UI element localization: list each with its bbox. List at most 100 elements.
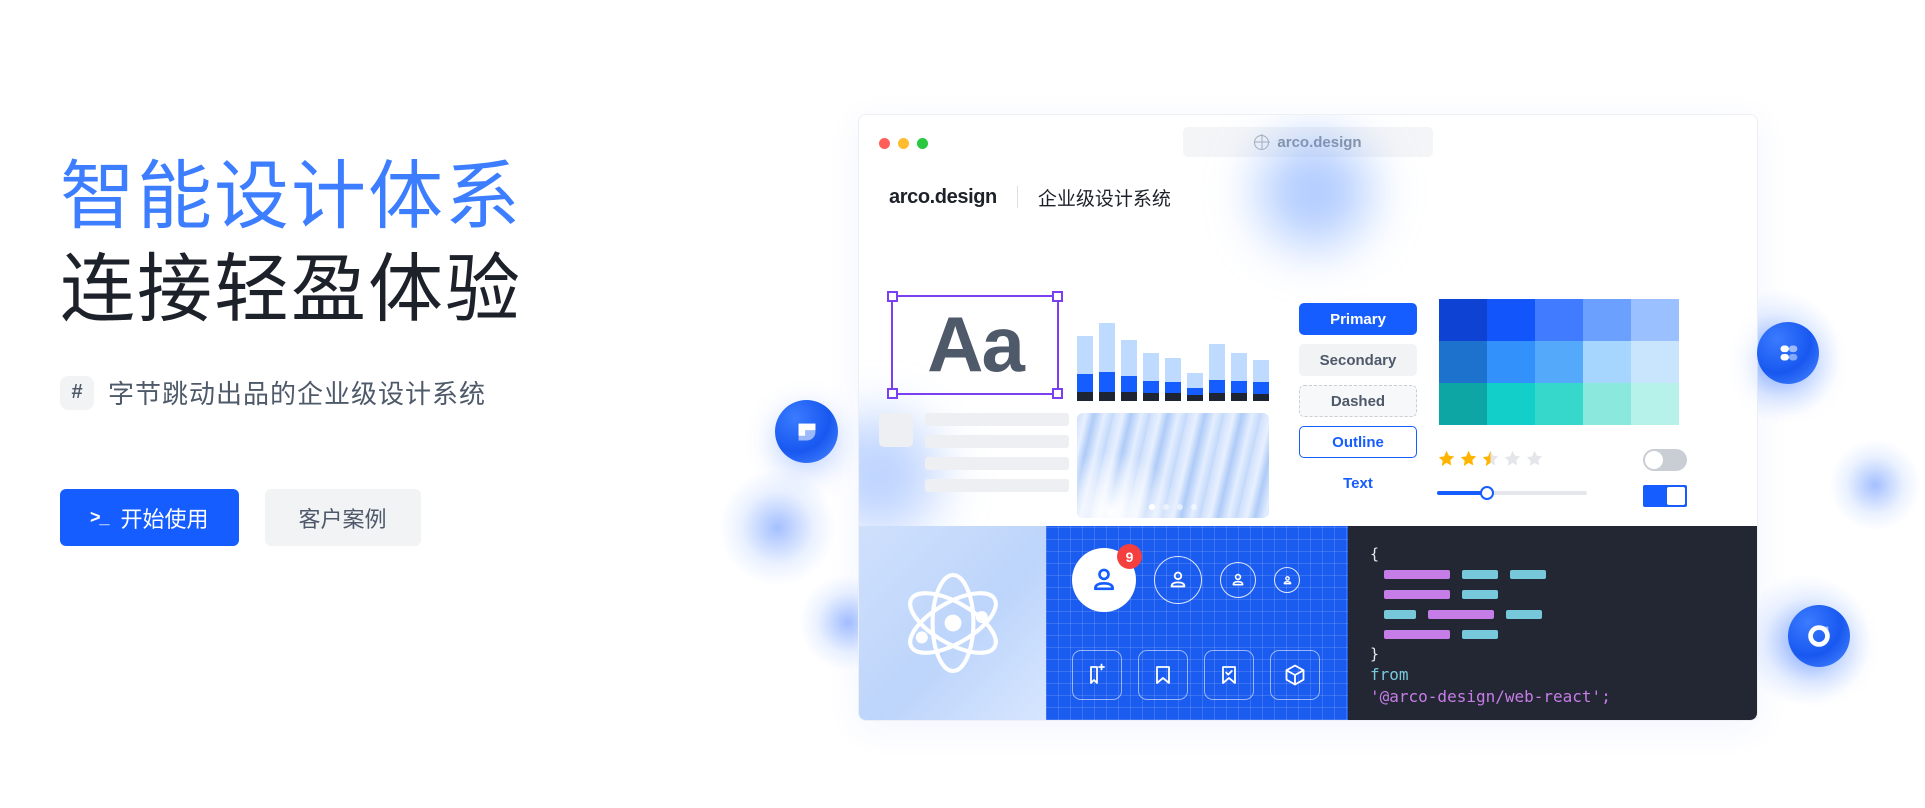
arco-logo[interactable]: arco.design — [889, 186, 997, 209]
browser-mockup: arco.design arco.design 企业级设计系统 Aa Prima… — [858, 114, 1758, 721]
toggle-switch-off[interactable] — [1643, 449, 1687, 471]
code-token — [1506, 609, 1542, 619]
star-icon[interactable] — [1437, 449, 1456, 468]
image-carousel[interactable] — [1077, 413, 1269, 518]
palette-swatch[interactable] — [1631, 341, 1679, 383]
code-token — [1462, 569, 1498, 579]
avatars-panel: 9 — [1046, 526, 1348, 720]
get-started-button[interactable]: >_ 开始使用 — [60, 489, 239, 546]
button-secondary[interactable]: Secondary — [1299, 344, 1417, 376]
button-text[interactable]: Text — [1299, 467, 1417, 499]
palette-swatch[interactable] — [1535, 299, 1583, 341]
bar-segment-mid — [1253, 382, 1269, 394]
bookmark-icon[interactable] — [1138, 650, 1188, 700]
bar-segment-dark — [1187, 394, 1203, 401]
customer-cases-button[interactable]: 客户案例 — [264, 489, 421, 546]
bar-column — [1099, 322, 1115, 401]
rating-stars[interactable] — [1437, 449, 1587, 468]
hero-cta-row: >_ 开始使用 客户案例 — [60, 489, 680, 546]
palette-swatch[interactable] — [1487, 383, 1535, 425]
bar-segment-mid — [1187, 387, 1203, 395]
code-token — [1384, 569, 1450, 579]
atom-panel — [859, 526, 1046, 720]
palette-swatch[interactable] — [1487, 299, 1535, 341]
button-dashed[interactable]: Dashed — [1299, 385, 1417, 417]
typography-card[interactable]: Aa — [887, 291, 1063, 399]
bar-segment-dark — [1165, 392, 1181, 401]
avatar[interactable] — [1220, 562, 1256, 598]
bar-column — [1077, 336, 1093, 401]
resize-handle-top-left[interactable] — [887, 291, 898, 302]
carousel-dot[interactable] — [1163, 504, 1169, 510]
bar-segment-mid — [1143, 381, 1159, 393]
star-icon[interactable] — [1503, 449, 1522, 468]
carousel-indicators[interactable] — [1149, 504, 1197, 510]
cube-icon[interactable] — [1270, 650, 1320, 700]
palette-swatch[interactable] — [1583, 341, 1631, 383]
toggle-switch-on[interactable] — [1643, 485, 1687, 507]
star-icon[interactable] — [1481, 449, 1500, 468]
globe-icon — [1254, 134, 1270, 150]
button-primary[interactable]: Primary — [1299, 303, 1417, 335]
minimize-window-icon[interactable] — [898, 137, 909, 149]
bar-segment-mid — [1077, 374, 1093, 392]
avatar[interactable] — [1274, 567, 1300, 593]
code-token — [1384, 629, 1450, 639]
resize-handle-bottom-left[interactable] — [887, 388, 898, 399]
bookmark-add-icon[interactable] — [1072, 650, 1122, 700]
code-token-row — [1370, 584, 1735, 604]
notification-badge: 9 — [1117, 544, 1142, 569]
bar-segment-mid — [1121, 375, 1137, 392]
get-started-label: 开始使用 — [120, 506, 209, 532]
star-icon[interactable] — [1525, 449, 1544, 468]
resize-handle-bottom-right[interactable] — [1052, 388, 1063, 399]
palette-swatch[interactable] — [1535, 383, 1583, 425]
palette-swatch[interactable] — [1631, 383, 1679, 425]
slider-knob[interactable] — [1479, 486, 1494, 500]
code-token — [1462, 629, 1498, 639]
carousel-dot[interactable] — [1149, 504, 1155, 510]
palette-swatch[interactable] — [1487, 341, 1535, 383]
code-token — [1428, 609, 1494, 619]
bar-column — [1187, 373, 1203, 401]
address-bar[interactable]: arco.design — [1183, 127, 1433, 157]
palette-swatch[interactable] — [1631, 299, 1679, 341]
button-outline[interactable]: Outline — [1299, 426, 1417, 458]
lens-icon[interactable] — [1788, 605, 1850, 667]
avatar[interactable] — [1154, 556, 1202, 604]
window-controls[interactable] — [879, 137, 928, 149]
bar-segment-dark — [1231, 392, 1247, 401]
bookmark-check-icon[interactable] — [1204, 650, 1254, 700]
glow-blob-far-right — [1830, 440, 1920, 530]
carousel-dot[interactable] — [1177, 504, 1183, 510]
hero-headline-line-2: 连接轻盈体验 — [60, 247, 523, 331]
user-icon — [1093, 568, 1115, 591]
figma-icon[interactable] — [1757, 322, 1819, 384]
avatar-group: 9 — [1072, 544, 1300, 612]
bar-column — [1253, 359, 1269, 401]
slider[interactable] — [1437, 485, 1587, 501]
hero-subtitle: 字节跳动出品的企业级设计系统 — [108, 379, 487, 409]
palette-swatch[interactable] — [1535, 341, 1583, 383]
palette-row — [1439, 299, 1679, 341]
palette-swatch[interactable] — [1439, 341, 1487, 383]
bar-column — [1231, 353, 1247, 401]
maximize-window-icon[interactable] — [917, 137, 928, 149]
palette-swatch[interactable] — [1583, 299, 1631, 341]
glow-blob-left — [720, 470, 835, 585]
palette-swatch[interactable] — [1439, 299, 1487, 341]
user-icon — [1283, 575, 1291, 584]
bar-chart — [1077, 311, 1269, 401]
carousel-dot[interactable] — [1191, 504, 1197, 510]
skeleton-avatar — [879, 413, 913, 447]
palette-swatch[interactable] — [1439, 383, 1487, 425]
star-icon[interactable] — [1459, 449, 1478, 468]
avatar[interactable]: 9 — [1072, 544, 1142, 612]
resize-handle-top-right[interactable] — [1052, 291, 1063, 302]
code-panel: { } from '@arco-design/web-react'; — [1348, 526, 1757, 720]
chat-bubble-icon[interactable] — [775, 400, 838, 463]
close-window-icon[interactable] — [879, 137, 890, 149]
skeleton-line — [925, 435, 1069, 448]
palette-swatch[interactable] — [1583, 383, 1631, 425]
skeleton-lines — [925, 413, 1069, 448]
